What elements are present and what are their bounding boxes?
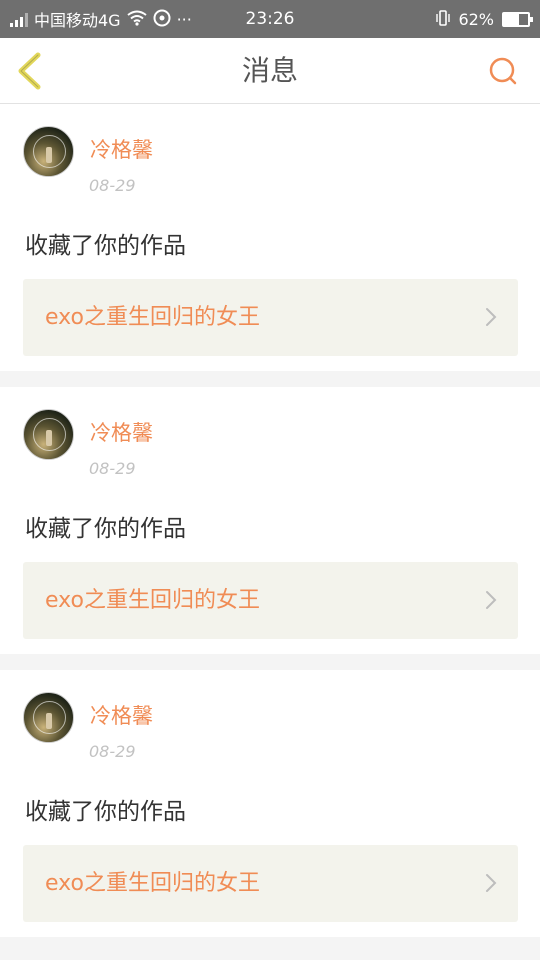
status-right: 62%: [434, 9, 533, 30]
username[interactable]: 冷格馨: [90, 134, 153, 164]
status-time: 23:26: [245, 9, 295, 29]
work-link[interactable]: exo之重生回归的女王: [23, 562, 518, 639]
chevron-right-icon: [486, 308, 497, 326]
work-title: exo之重生回归的女王: [45, 588, 260, 613]
work-title: exo之重生回归的女王: [45, 871, 260, 896]
wifi-icon: [126, 10, 147, 29]
app-header: 消息: [0, 38, 540, 104]
carrier-label: 中国移动4G: [34, 11, 121, 30]
username[interactable]: 冷格馨: [90, 700, 153, 730]
page-title: 消息: [241, 54, 298, 87]
message-action-text: 收藏了你的作品: [25, 516, 186, 542]
battery-icon: [502, 11, 533, 27]
message-date: 08-29: [89, 742, 136, 761]
message-action-text: 收藏了你的作品: [25, 799, 186, 825]
chevron-right-icon: [486, 874, 497, 892]
message-card[interactable]: 冷格馨 08-29 收藏了你的作品 exo之重生回归的女王: [0, 104, 540, 371]
work-link[interactable]: exo之重生回归的女王: [23, 279, 518, 356]
vibrate-icon: [434, 9, 452, 30]
message-card[interactable]: 冷格馨 08-29 收藏了你的作品 exo之重生回归的女王: [0, 387, 540, 654]
username[interactable]: 冷格馨: [90, 417, 153, 447]
avatar[interactable]: [23, 126, 74, 177]
chevron-right-icon: [486, 591, 497, 609]
signal-icon: [10, 11, 28, 27]
search-button[interactable]: [486, 54, 520, 88]
status-bar: 中国移动4G ··· 23:26 62%: [0, 0, 540, 38]
avatar[interactable]: [23, 692, 74, 743]
more-indicator: ···: [176, 9, 192, 29]
search-icon: [489, 57, 517, 85]
battery-fill: [504, 13, 519, 25]
work-title: exo之重生回归的女王: [45, 305, 260, 330]
music-icon: [153, 9, 171, 30]
message-date: 08-29: [89, 176, 136, 195]
message-action-text: 收藏了你的作品: [25, 233, 186, 259]
work-link[interactable]: exo之重生回归的女王: [23, 845, 518, 922]
status-left: 中国移动4G ···: [10, 7, 192, 31]
message-date: 08-29: [89, 459, 136, 478]
message-card[interactable]: 冷格馨 08-29 收藏了你的作品 exo之重生回归的女王: [0, 670, 540, 937]
battery-percent: 62%: [458, 9, 494, 29]
message-list: 冷格馨 08-29 收藏了你的作品 exo之重生回归的女王 冷格馨 08-29 …: [0, 104, 540, 953]
avatar[interactable]: [23, 409, 74, 460]
